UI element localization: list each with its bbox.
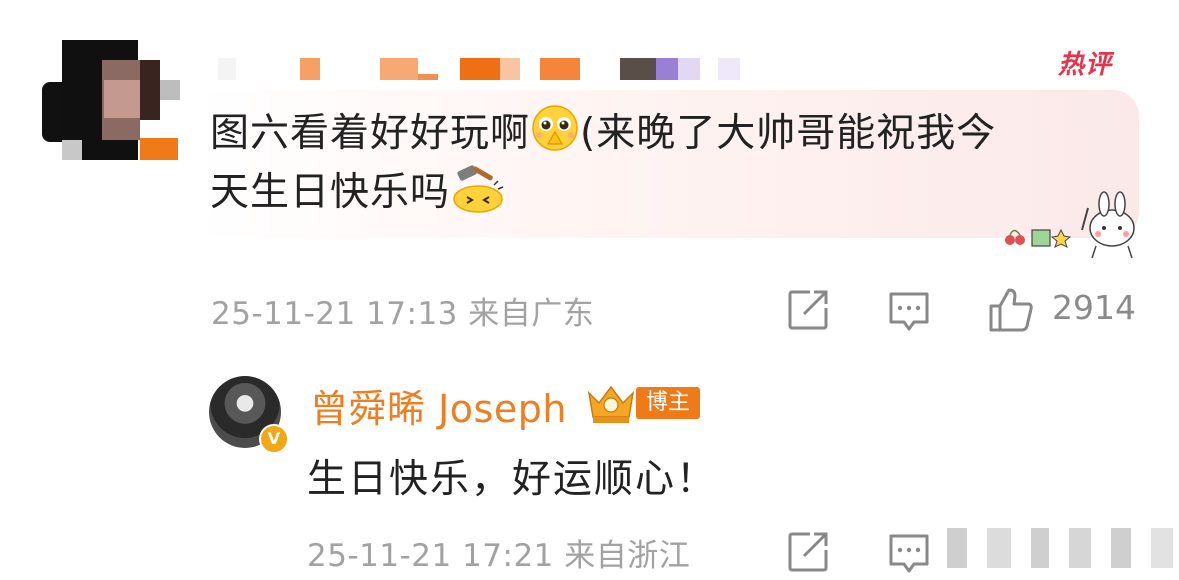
redacted-region [945, 528, 1179, 574]
comment-text-part3: 天生日快乐吗 [210, 170, 451, 215]
commenter-name-redacted[interactable] [218, 58, 778, 82]
comment-text: 图六看着好好玩啊 (来晚了大帅哥能祝我今 天生日快乐吗 [210, 104, 1115, 222]
hot-comment-badge: 热评 [1058, 50, 1113, 80]
decorative-sticker [1005, 191, 1135, 259]
comment-text-part1: 图六看着好好玩啊 [210, 111, 531, 156]
crown-icon [587, 385, 635, 423]
reply-meta: 25-11-21 17:21 来自浙江 [307, 538, 691, 574]
comment-meta: 25-11-21 17:13 来自广东 [211, 296, 595, 332]
like-count: 2914 [1052, 288, 1136, 327]
commenter-avatar[interactable] [42, 40, 180, 160]
comment-icon[interactable] [887, 290, 931, 334]
author-name[interactable]: 曾舜晞 Joseph [310, 378, 567, 433]
repost-icon[interactable] [786, 288, 830, 332]
comment-text-part2: (来晚了大帅哥能祝我今 [580, 111, 997, 156]
thumbs-up-icon[interactable] [987, 286, 1035, 334]
comment-icon[interactable] [887, 532, 931, 576]
verified-badge: V [259, 424, 289, 454]
reply-text: 生日快乐，好运顺心！ [307, 457, 718, 502]
hammer-hit-emoji [453, 165, 504, 213]
pleading-hands-emoji [532, 105, 578, 151]
author-tag: 博主 [636, 387, 701, 419]
repost-icon[interactable] [786, 530, 830, 574]
